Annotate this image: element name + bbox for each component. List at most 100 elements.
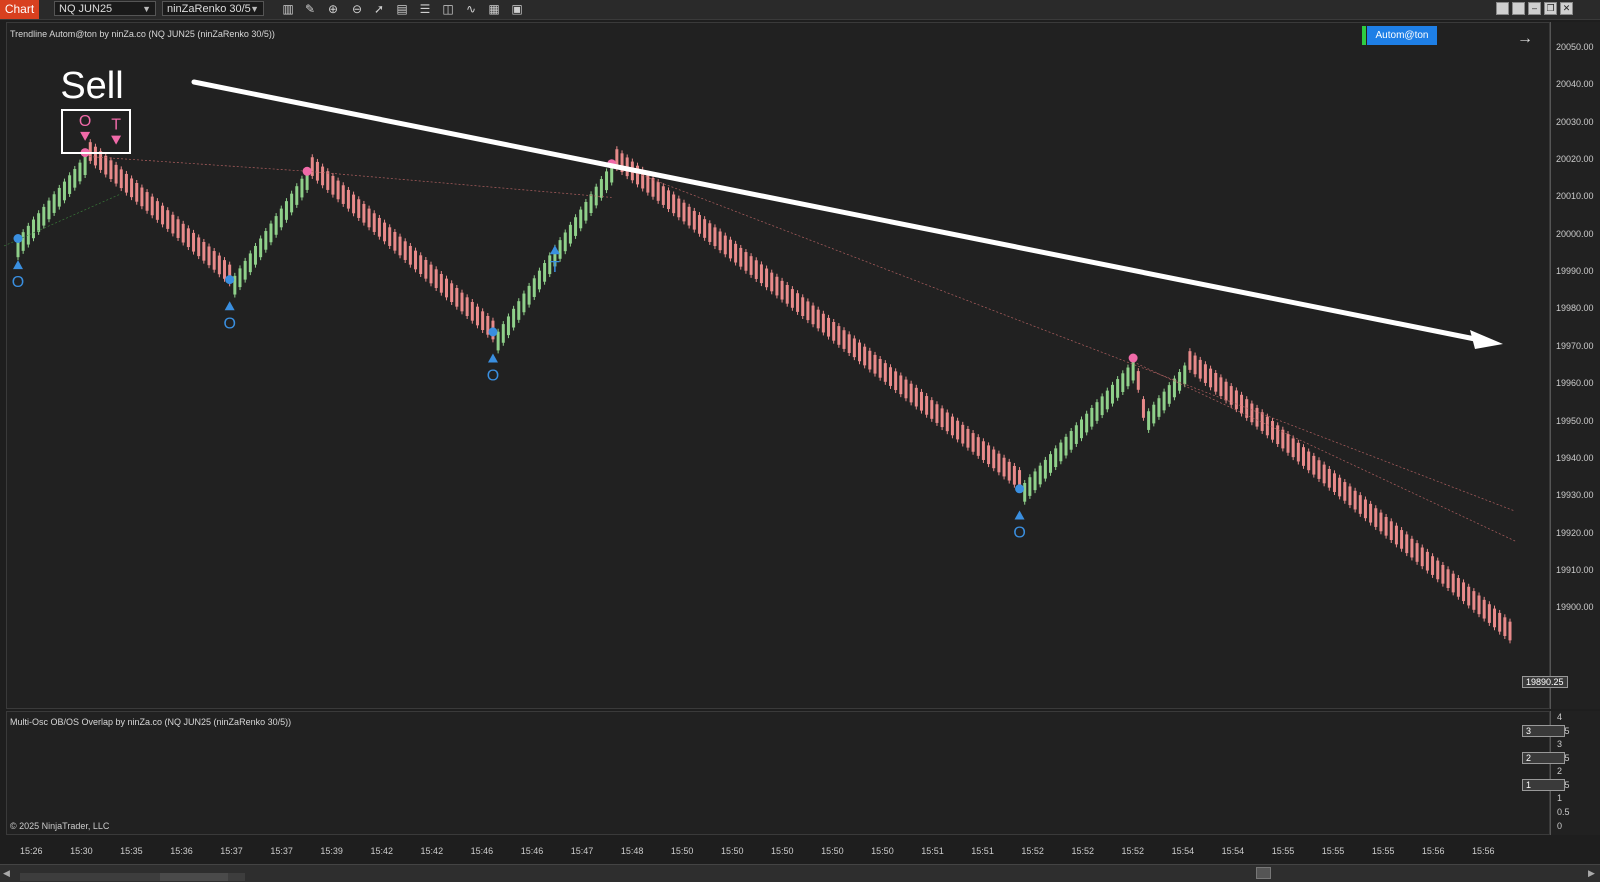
renko-bar	[1369, 503, 1373, 523]
pivot-low-dot	[225, 275, 235, 285]
scroll-left-icon[interactable]: ◀	[3, 868, 10, 879]
renko-bar	[1250, 403, 1254, 423]
pivot-high-dot	[1128, 353, 1138, 363]
renko-bar	[1363, 499, 1367, 519]
time-tick-label: 15:26	[20, 846, 43, 856]
renko-bar	[734, 243, 738, 263]
time-tick-label: 15:36	[170, 846, 193, 856]
renko-bar	[666, 190, 670, 210]
renko-bar	[1131, 361, 1135, 381]
renko-bar	[470, 302, 474, 321]
sell-signal-label: T	[111, 117, 121, 134]
renko-bar	[656, 182, 660, 201]
renko-bar	[1141, 399, 1145, 418]
renko-bar	[718, 231, 722, 251]
renko-bar	[945, 412, 949, 432]
renko-bar	[1358, 495, 1362, 514]
renko-bar	[1431, 556, 1435, 575]
renko-bar	[919, 391, 923, 411]
renko-bar	[821, 313, 825, 333]
renko-bar	[403, 241, 407, 260]
renko-bar	[1348, 486, 1352, 506]
pivot-low-dot	[1015, 484, 1025, 494]
renko-bar	[93, 146, 97, 166]
scroll-thumb[interactable]	[160, 873, 228, 881]
renko-bar	[161, 205, 165, 225]
renko-bar	[584, 201, 588, 221]
renko-bar	[1384, 516, 1388, 536]
renko-bar	[444, 278, 448, 298]
renko-bar	[1054, 448, 1058, 468]
renko-bar	[543, 263, 547, 282]
renko-bar	[140, 187, 144, 207]
renko-bar	[1224, 381, 1228, 401]
renko-bar	[372, 213, 376, 232]
renko-bar	[692, 210, 696, 230]
scroll-handle[interactable]	[1256, 867, 1271, 879]
renko-bar	[37, 213, 41, 232]
renko-bar	[1343, 482, 1347, 501]
renko-bar	[130, 178, 134, 198]
renko-bar	[1265, 416, 1269, 436]
renko-bar	[176, 219, 180, 238]
renko-bar	[909, 383, 913, 403]
renko-bar	[708, 223, 712, 242]
renko-bar	[1074, 425, 1078, 444]
renko-bar	[341, 185, 345, 204]
renko-bar	[537, 270, 541, 290]
renko-bar	[837, 326, 841, 345]
renko-bar	[589, 194, 593, 214]
renko-bar	[894, 371, 898, 391]
oscillator-row-tag: 2	[1522, 752, 1565, 764]
renko-bar	[295, 186, 299, 205]
renko-bar	[223, 260, 227, 279]
renko-bar	[1069, 431, 1073, 450]
sell-triangle-icon	[80, 131, 91, 141]
renko-bar	[816, 309, 820, 329]
renko-bar	[1332, 473, 1336, 493]
renko-bar	[1410, 538, 1414, 558]
renko-bar	[1394, 525, 1398, 545]
buy-triangle-icon	[549, 245, 560, 255]
renko-bar	[114, 164, 118, 184]
renko-bar	[739, 247, 743, 267]
renko-bar	[119, 169, 123, 189]
renko-bar	[682, 202, 686, 222]
buy-signal-label: O	[223, 315, 235, 332]
renko-bar	[264, 231, 268, 250]
renko-bar	[723, 235, 727, 255]
renko-bar	[842, 330, 846, 349]
renko-bar	[661, 186, 665, 205]
time-tick-label: 15:37	[270, 846, 293, 856]
renko-bar	[703, 219, 707, 238]
renko-bar	[1296, 442, 1300, 462]
renko-bar	[785, 284, 789, 304]
renko-bar	[181, 223, 185, 243]
renko-bar	[1400, 530, 1404, 549]
buy-signal-label: T	[550, 259, 560, 276]
renko-bar	[806, 301, 810, 321]
time-tick-label: 15:30	[70, 846, 93, 856]
time-tick-label: 15:56	[1421, 846, 1445, 856]
renko-bar	[517, 301, 521, 320]
renko-bar	[336, 180, 340, 200]
renko-bar	[1286, 434, 1290, 453]
renko-bar	[878, 359, 882, 378]
trend-arrow-head-icon	[1470, 330, 1503, 349]
price-tick-label: 20020.00	[1556, 154, 1594, 165]
scroll-right-icon[interactable]: ▶	[1588, 868, 1595, 879]
oscillator-panel[interactable]	[6, 711, 1550, 835]
horizontal-scrollbar[interactable]: ◀ ▶	[0, 864, 1600, 882]
oscillator-tick-label: 0.5	[1557, 807, 1570, 817]
buy-triangle-icon	[487, 353, 498, 363]
renko-bar	[1317, 460, 1321, 479]
renko-bar	[68, 175, 72, 194]
renko-bar	[57, 187, 61, 207]
renko-bar	[26, 225, 30, 245]
renko-bar	[770, 272, 774, 292]
renko-bar	[315, 161, 319, 181]
renko-bar	[1405, 534, 1409, 554]
renko-bar	[475, 306, 479, 326]
time-tick-label: 15:52	[1121, 846, 1145, 856]
renko-bar	[1374, 508, 1378, 527]
